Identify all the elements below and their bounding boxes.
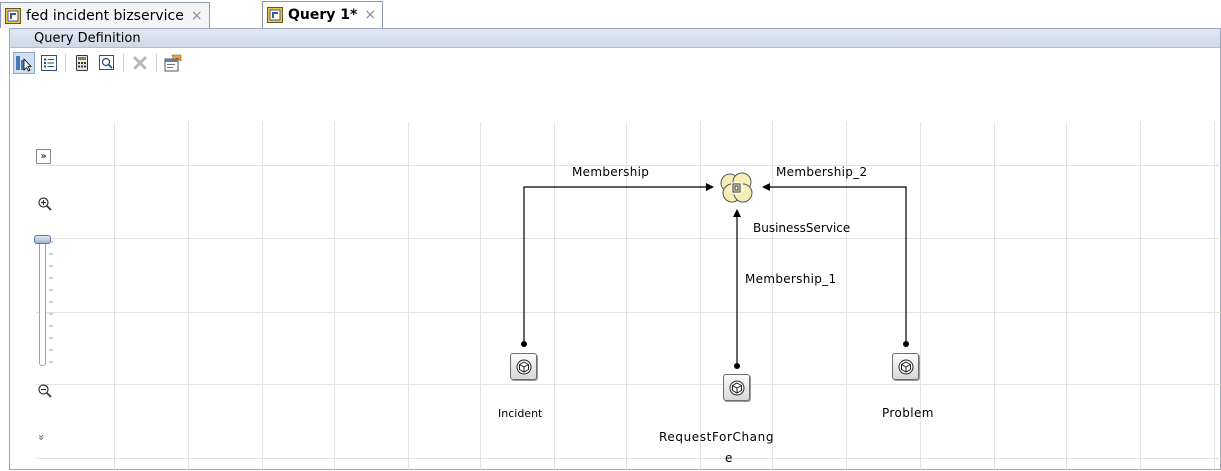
calculator-icon — [76, 55, 88, 71]
query-icon — [267, 7, 283, 23]
query-definition-panel: Query Definition » » Membership Membersh… — [9, 28, 1221, 471]
preview-icon — [99, 55, 114, 70]
edge-label-membership-2: Membership_2 — [776, 165, 868, 179]
delete-button[interactable] — [129, 52, 151, 74]
properties-icon — [164, 54, 182, 72]
ci-cube-icon — [729, 380, 744, 395]
properties-button[interactable] — [162, 52, 184, 74]
select-mode-icon — [16, 56, 32, 72]
tab-label: fed incident bizservice — [26, 7, 184, 24]
node-label-request-for-change-line2: e — [725, 451, 733, 465]
select-mode-button[interactable] — [13, 52, 35, 74]
delete-icon — [133, 56, 147, 70]
ci-cube-icon — [898, 359, 913, 374]
toolbar-separator — [156, 54, 157, 72]
edge-start-dot — [903, 341, 909, 347]
close-icon[interactable]: × — [364, 7, 376, 23]
query-icon — [5, 7, 21, 24]
toolbar — [10, 49, 1220, 77]
edge-label-membership-1: Membership_1 — [745, 272, 837, 286]
edge-start-dot — [734, 363, 740, 369]
node-incident[interactable] — [510, 353, 537, 380]
tab-strip: fed incident bizservice × Query 1* × — [0, 0, 1221, 28]
toolbar-separator — [123, 54, 124, 72]
preview-button[interactable] — [96, 52, 118, 74]
tab-label: Query 1* — [288, 7, 358, 23]
node-request-for-change[interactable] — [723, 374, 750, 401]
edge-label-membership: Membership — [572, 165, 650, 179]
query-diagram: Membership Membership_2 Membership_1 Bus… — [10, 122, 1221, 471]
tab-query-1[interactable]: Query 1* × — [262, 1, 384, 28]
edge-start-dot — [521, 341, 527, 347]
close-icon[interactable]: × — [191, 8, 203, 24]
node-problem[interactable] — [892, 353, 919, 380]
node-label-request-for-change: RequestForChang — [659, 430, 775, 444]
list-view-icon — [41, 55, 57, 71]
ci-cube-icon — [516, 359, 531, 374]
business-service-icon[interactable] — [718, 171, 756, 205]
node-label-incident: Incident — [498, 407, 543, 420]
list-view-button[interactable] — [38, 52, 60, 74]
edge-membership[interactable] — [523, 183, 714, 344]
tab-fed-incident-bizservice[interactable]: fed incident bizservice × — [0, 2, 210, 28]
query-canvas[interactable]: » » Membership Membership_2 Membership_1… — [10, 122, 1221, 471]
toolbar-separator — [65, 54, 66, 72]
calculator-button[interactable] — [71, 52, 93, 74]
node-label-problem: Problem — [882, 406, 934, 420]
node-label-business-service: BusinessService — [753, 221, 851, 235]
panel-title: Query Definition — [10, 29, 1220, 48]
edge-membership-2[interactable] — [762, 183, 907, 344]
